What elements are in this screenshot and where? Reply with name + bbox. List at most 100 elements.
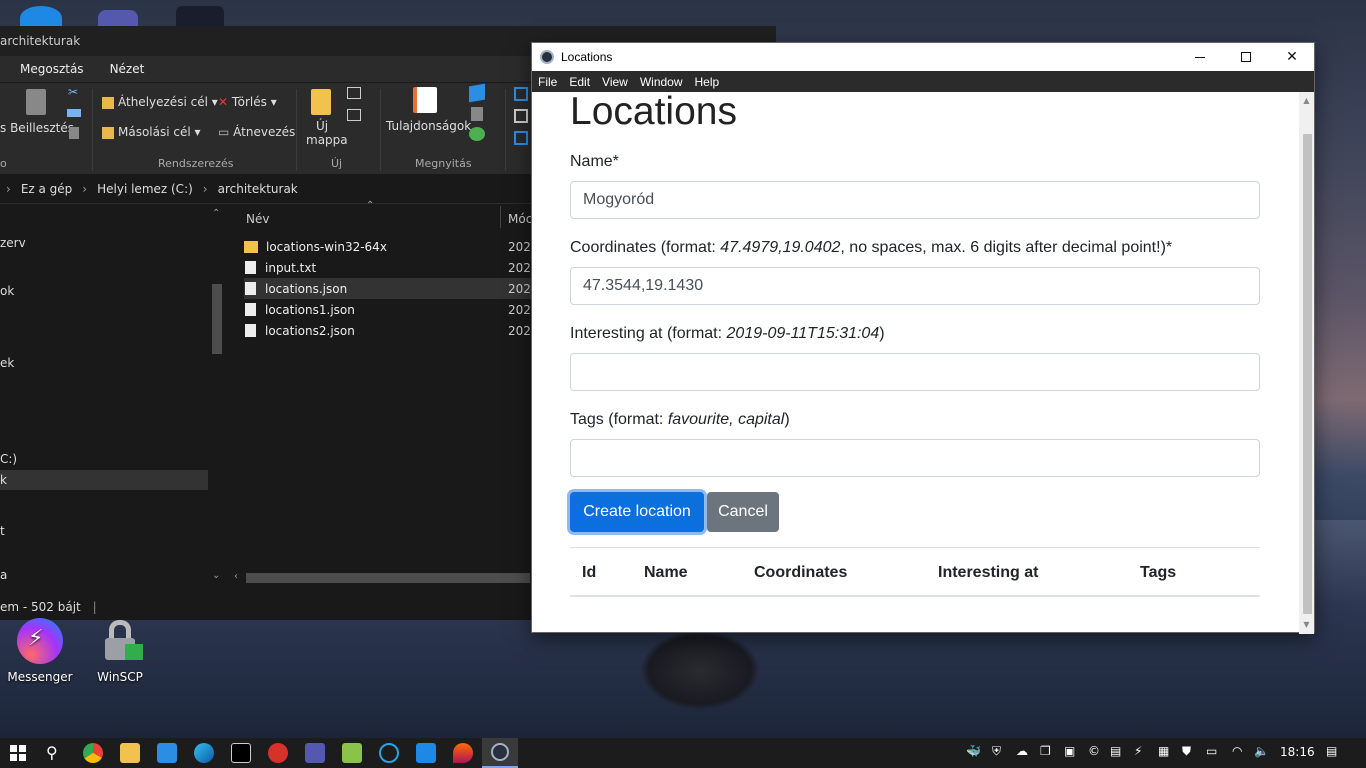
terminal-icon[interactable]	[231, 743, 251, 763]
volume-tray-icon[interactable]: 🔈	[1254, 744, 1269, 758]
file-row[interactable]: locations-win32-64x 2021	[244, 236, 539, 257]
app-red-icon[interactable]	[268, 743, 288, 763]
tool-icon[interactable]	[342, 743, 362, 763]
nav-scrollbar[interactable]: ⌃ ⌄	[210, 204, 224, 588]
horizontal-scrollbar[interactable]: ‹	[230, 570, 530, 586]
column-modified-header[interactable]: Móc	[508, 212, 532, 226]
paste-button[interactable]: s Beillesztés	[0, 121, 74, 135]
app-scrollbar[interactable]: ▲ ▼	[1299, 92, 1314, 634]
close-button[interactable]: ✕	[1269, 43, 1315, 71]
desktop-shield-icon[interactable]	[176, 6, 224, 28]
select-all-icon[interactable]	[514, 87, 528, 101]
cancel-button[interactable]: Cancel	[707, 492, 779, 532]
desktop-icon-messenger[interactable]: ⚡ Messenger	[5, 618, 75, 684]
rename-button[interactable]: ▭ Átnevezés	[218, 125, 295, 139]
nav-item[interactable]: zerv	[0, 236, 26, 250]
edit-icon[interactable]	[471, 107, 483, 121]
column-name-header[interactable]: Név	[246, 212, 269, 226]
clipboard-icon[interactable]	[26, 89, 46, 115]
new-item-icon[interactable]	[347, 87, 361, 99]
nav-item[interactable]: t	[0, 524, 5, 538]
tab-share[interactable]: Megosztás	[20, 62, 84, 76]
scroll-left-icon[interactable]: ‹	[234, 571, 238, 582]
search-icon[interactable]: ⚲	[46, 743, 58, 762]
invert-selection-icon[interactable]	[514, 131, 528, 145]
menu-window[interactable]: Window	[634, 75, 689, 89]
menu-view[interactable]: View	[596, 75, 634, 89]
nav-item[interactable]: a	[0, 568, 7, 582]
select-none-icon[interactable]	[514, 109, 528, 123]
breadcrumb-local-disk[interactable]: Helyi lemez (C:)	[97, 182, 193, 196]
taskbar-active-app[interactable]	[482, 738, 518, 768]
move-to-button[interactable]: Áthelyezési cél ▾	[102, 95, 218, 109]
scroll-up-icon[interactable]: ▲	[1299, 94, 1314, 108]
notifications-icon[interactable]: ▤	[1326, 744, 1337, 758]
drop-app-icon[interactable]	[453, 743, 473, 763]
breadcrumb-this-pc[interactable]: Ez a gép	[21, 182, 72, 196]
vscode-icon[interactable]	[157, 743, 177, 763]
new-folder-label-2[interactable]: mappa	[306, 133, 348, 147]
easy-access-icon[interactable]	[347, 109, 361, 121]
docker-tray-icon[interactable]: 🐳	[966, 744, 981, 758]
wifi-tray-icon[interactable]: ◠	[1232, 744, 1242, 758]
nav-scroll-thumb[interactable]	[212, 284, 222, 354]
name-input[interactable]: Mogyoród	[570, 181, 1260, 219]
camera-tray-icon[interactable]: ▣	[1064, 744, 1075, 758]
properties-icon[interactable]	[413, 87, 437, 113]
app-orange-tray-icon[interactable]: ⚡	[1134, 744, 1142, 758]
history-icon[interactable]	[469, 127, 485, 141]
minimize-button[interactable]	[1177, 43, 1223, 71]
coordinates-input[interactable]: 47.3544,19.1430	[570, 267, 1260, 305]
edge-icon[interactable]	[194, 743, 214, 763]
file-row[interactable]: locations2.json 2021	[244, 320, 539, 341]
file-row[interactable]: input.txt 2021	[244, 257, 539, 278]
interesting-at-input[interactable]	[570, 353, 1260, 391]
menu-help[interactable]: Help	[689, 75, 726, 89]
scroll-down-icon[interactable]: ⌄	[212, 570, 220, 581]
horizontal-scroll-thumb[interactable]	[246, 573, 530, 583]
copy-path-icon[interactable]	[67, 109, 81, 117]
file-row-selected[interactable]: locations.json 2021	[244, 278, 539, 299]
menu-edit[interactable]: Edit	[563, 75, 596, 89]
copy-to-button[interactable]: Másolási cél ▾	[102, 125, 201, 139]
vscode-open-icon[interactable]	[469, 83, 485, 103]
app-scroll-thumb[interactable]	[1303, 134, 1312, 614]
defender-tray-icon[interactable]: ⛊	[1182, 744, 1191, 759]
network-app-tray-icon[interactable]: ▦	[1158, 744, 1169, 758]
properties-button[interactable]: Tulajdonságok	[386, 119, 471, 133]
scroll-down-icon[interactable]: ▼	[1299, 618, 1314, 632]
copy-tray-icon[interactable]: ❐	[1040, 744, 1051, 758]
table-header-interesting-at: Interesting at	[938, 564, 1039, 581]
file-explorer-icon[interactable]	[120, 743, 140, 763]
file-row[interactable]: locations1.json 2021	[244, 299, 539, 320]
column-divider[interactable]	[500, 206, 501, 228]
cut-icon[interactable]: ✂	[68, 85, 78, 99]
security-tray-icon[interactable]: ⛨	[992, 744, 1001, 759]
app-c-tray-icon[interactable]: ©	[1088, 744, 1100, 758]
battery-tray-icon[interactable]: ▭	[1206, 744, 1217, 758]
nav-item[interactable]: C:)	[0, 452, 17, 466]
delete-button[interactable]: ✕ Törlés ▾	[218, 95, 277, 109]
chrome-icon[interactable]	[83, 743, 103, 763]
app-c-icon[interactable]	[379, 743, 399, 763]
menu-file[interactable]: File	[532, 75, 563, 89]
create-location-button[interactable]: Create location	[570, 492, 704, 532]
breadcrumb-folder[interactable]: architekturak	[218, 182, 298, 196]
taskbar-clock[interactable]: 18:16	[1280, 745, 1315, 759]
scroll-up-icon[interactable]: ⌃	[212, 208, 220, 219]
tab-view[interactable]: Nézet	[110, 62, 145, 76]
windows-start-icon[interactable]	[10, 745, 26, 761]
teams-icon[interactable]	[305, 743, 325, 763]
desktop-icon-winscp[interactable]: WinSCP	[85, 618, 155, 684]
shield-app-icon[interactable]	[416, 743, 436, 763]
paste-shortcut-icon[interactable]	[69, 127, 79, 139]
new-folder-label-1[interactable]: Új	[316, 119, 328, 133]
onedrive-tray-icon[interactable]: ☁	[1016, 744, 1028, 758]
nav-item[interactable]: ek	[0, 356, 14, 370]
maximize-button[interactable]	[1223, 43, 1269, 71]
nav-item-selected[interactable]: k	[0, 470, 208, 490]
teams-tray-icon[interactable]: ▤	[1110, 744, 1121, 758]
tags-input[interactable]	[570, 439, 1260, 477]
new-folder-icon[interactable]	[311, 89, 331, 115]
nav-item[interactable]: ok	[0, 284, 14, 298]
